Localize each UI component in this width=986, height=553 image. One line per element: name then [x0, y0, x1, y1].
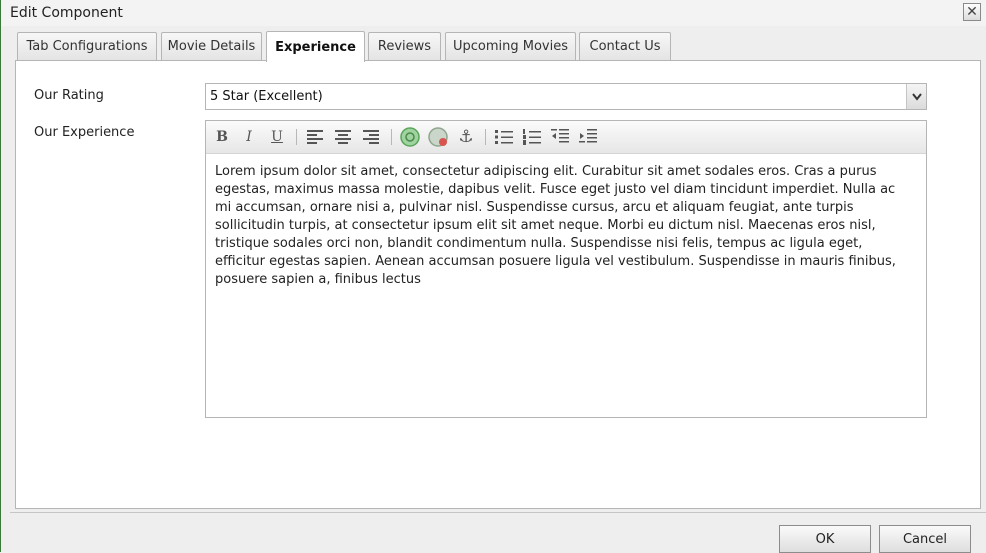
toolbar-separator: [391, 129, 392, 145]
align-left-button[interactable]: [304, 127, 326, 147]
ok-button[interactable]: OK: [779, 525, 871, 553]
underline-button[interactable]: U: [266, 127, 288, 147]
tab-experience[interactable]: Experience: [266, 31, 365, 62]
align-right-icon: [363, 130, 379, 144]
cancel-button[interactable]: Cancel: [879, 525, 971, 553]
edit-component-dialog: Edit Component ✕ Tab Configurations Movi…: [0, 0, 986, 553]
bulleted-list-button[interactable]: [493, 127, 515, 147]
align-right-button[interactable]: [360, 127, 382, 147]
dropdown-arrow[interactable]: [906, 84, 926, 109]
tab-label: Contact Us: [589, 39, 661, 54]
unlink-icon: [428, 127, 448, 147]
tab-strip: Tab Configurations Movie Details Experie…: [15, 31, 981, 62]
outdent-button[interactable]: [549, 127, 571, 147]
outdent-icon: [551, 129, 569, 143]
tab-label: Movie Details: [167, 39, 256, 54]
tab-label: Reviews: [377, 39, 432, 54]
tab-label: Upcoming Movies: [452, 39, 568, 54]
bold-button[interactable]: B: [211, 127, 233, 147]
tab-label: Experience: [275, 39, 356, 55]
editor-content[interactable]: Lorem ipsum dolor sit amet, consectetur …: [215, 163, 915, 289]
rating-select-value: 5 Star (Excellent): [210, 89, 323, 104]
tab-tab-configurations[interactable]: Tab Configurations: [17, 32, 157, 60]
toolbar-separator: [485, 129, 486, 145]
align-left-icon: [307, 130, 323, 144]
tab-contact-us[interactable]: Contact Us: [579, 32, 671, 60]
tab-upcoming-movies[interactable]: Upcoming Movies: [445, 32, 576, 60]
numbered-list-icon: [523, 129, 541, 145]
indent-button[interactable]: [577, 127, 599, 147]
remove-link-button[interactable]: [427, 127, 449, 147]
numbered-list-button[interactable]: [521, 127, 543, 147]
close-icon: ✕: [966, 4, 978, 20]
rating-label: Our Rating: [34, 88, 104, 103]
tab-movie-details[interactable]: Movie Details: [161, 32, 262, 60]
rating-select[interactable]: 5 Star (Excellent): [205, 83, 927, 110]
dialog-footer: OK Cancel: [10, 512, 986, 553]
experience-panel: Our Rating 5 Star (Excellent) Our Experi…: [15, 60, 981, 509]
editor-toolbar: B I U ⚓: [206, 121, 926, 154]
title-bar[interactable]: Edit Component ✕: [1, 0, 986, 26]
anchor-button[interactable]: ⚓: [455, 127, 477, 147]
insert-link-button[interactable]: [399, 127, 421, 147]
bulleted-list-icon: [495, 130, 513, 144]
align-center-button[interactable]: [332, 127, 354, 147]
link-icon: [400, 127, 420, 147]
italic-button[interactable]: I: [238, 127, 260, 147]
tab-label: Tab Configurations: [26, 39, 148, 54]
experience-label: Our Experience: [34, 125, 135, 140]
close-button[interactable]: ✕: [963, 3, 981, 21]
toolbar-separator: [296, 129, 297, 145]
align-center-icon: [335, 130, 351, 144]
tab-reviews[interactable]: Reviews: [368, 32, 441, 60]
indent-icon: [579, 129, 597, 143]
chevron-down-icon: [911, 92, 922, 101]
dialog-title: Edit Component: [10, 5, 123, 21]
rich-text-editor[interactable]: B I U ⚓ Lorem ipsum dolor sit amet, cons…: [205, 120, 927, 418]
